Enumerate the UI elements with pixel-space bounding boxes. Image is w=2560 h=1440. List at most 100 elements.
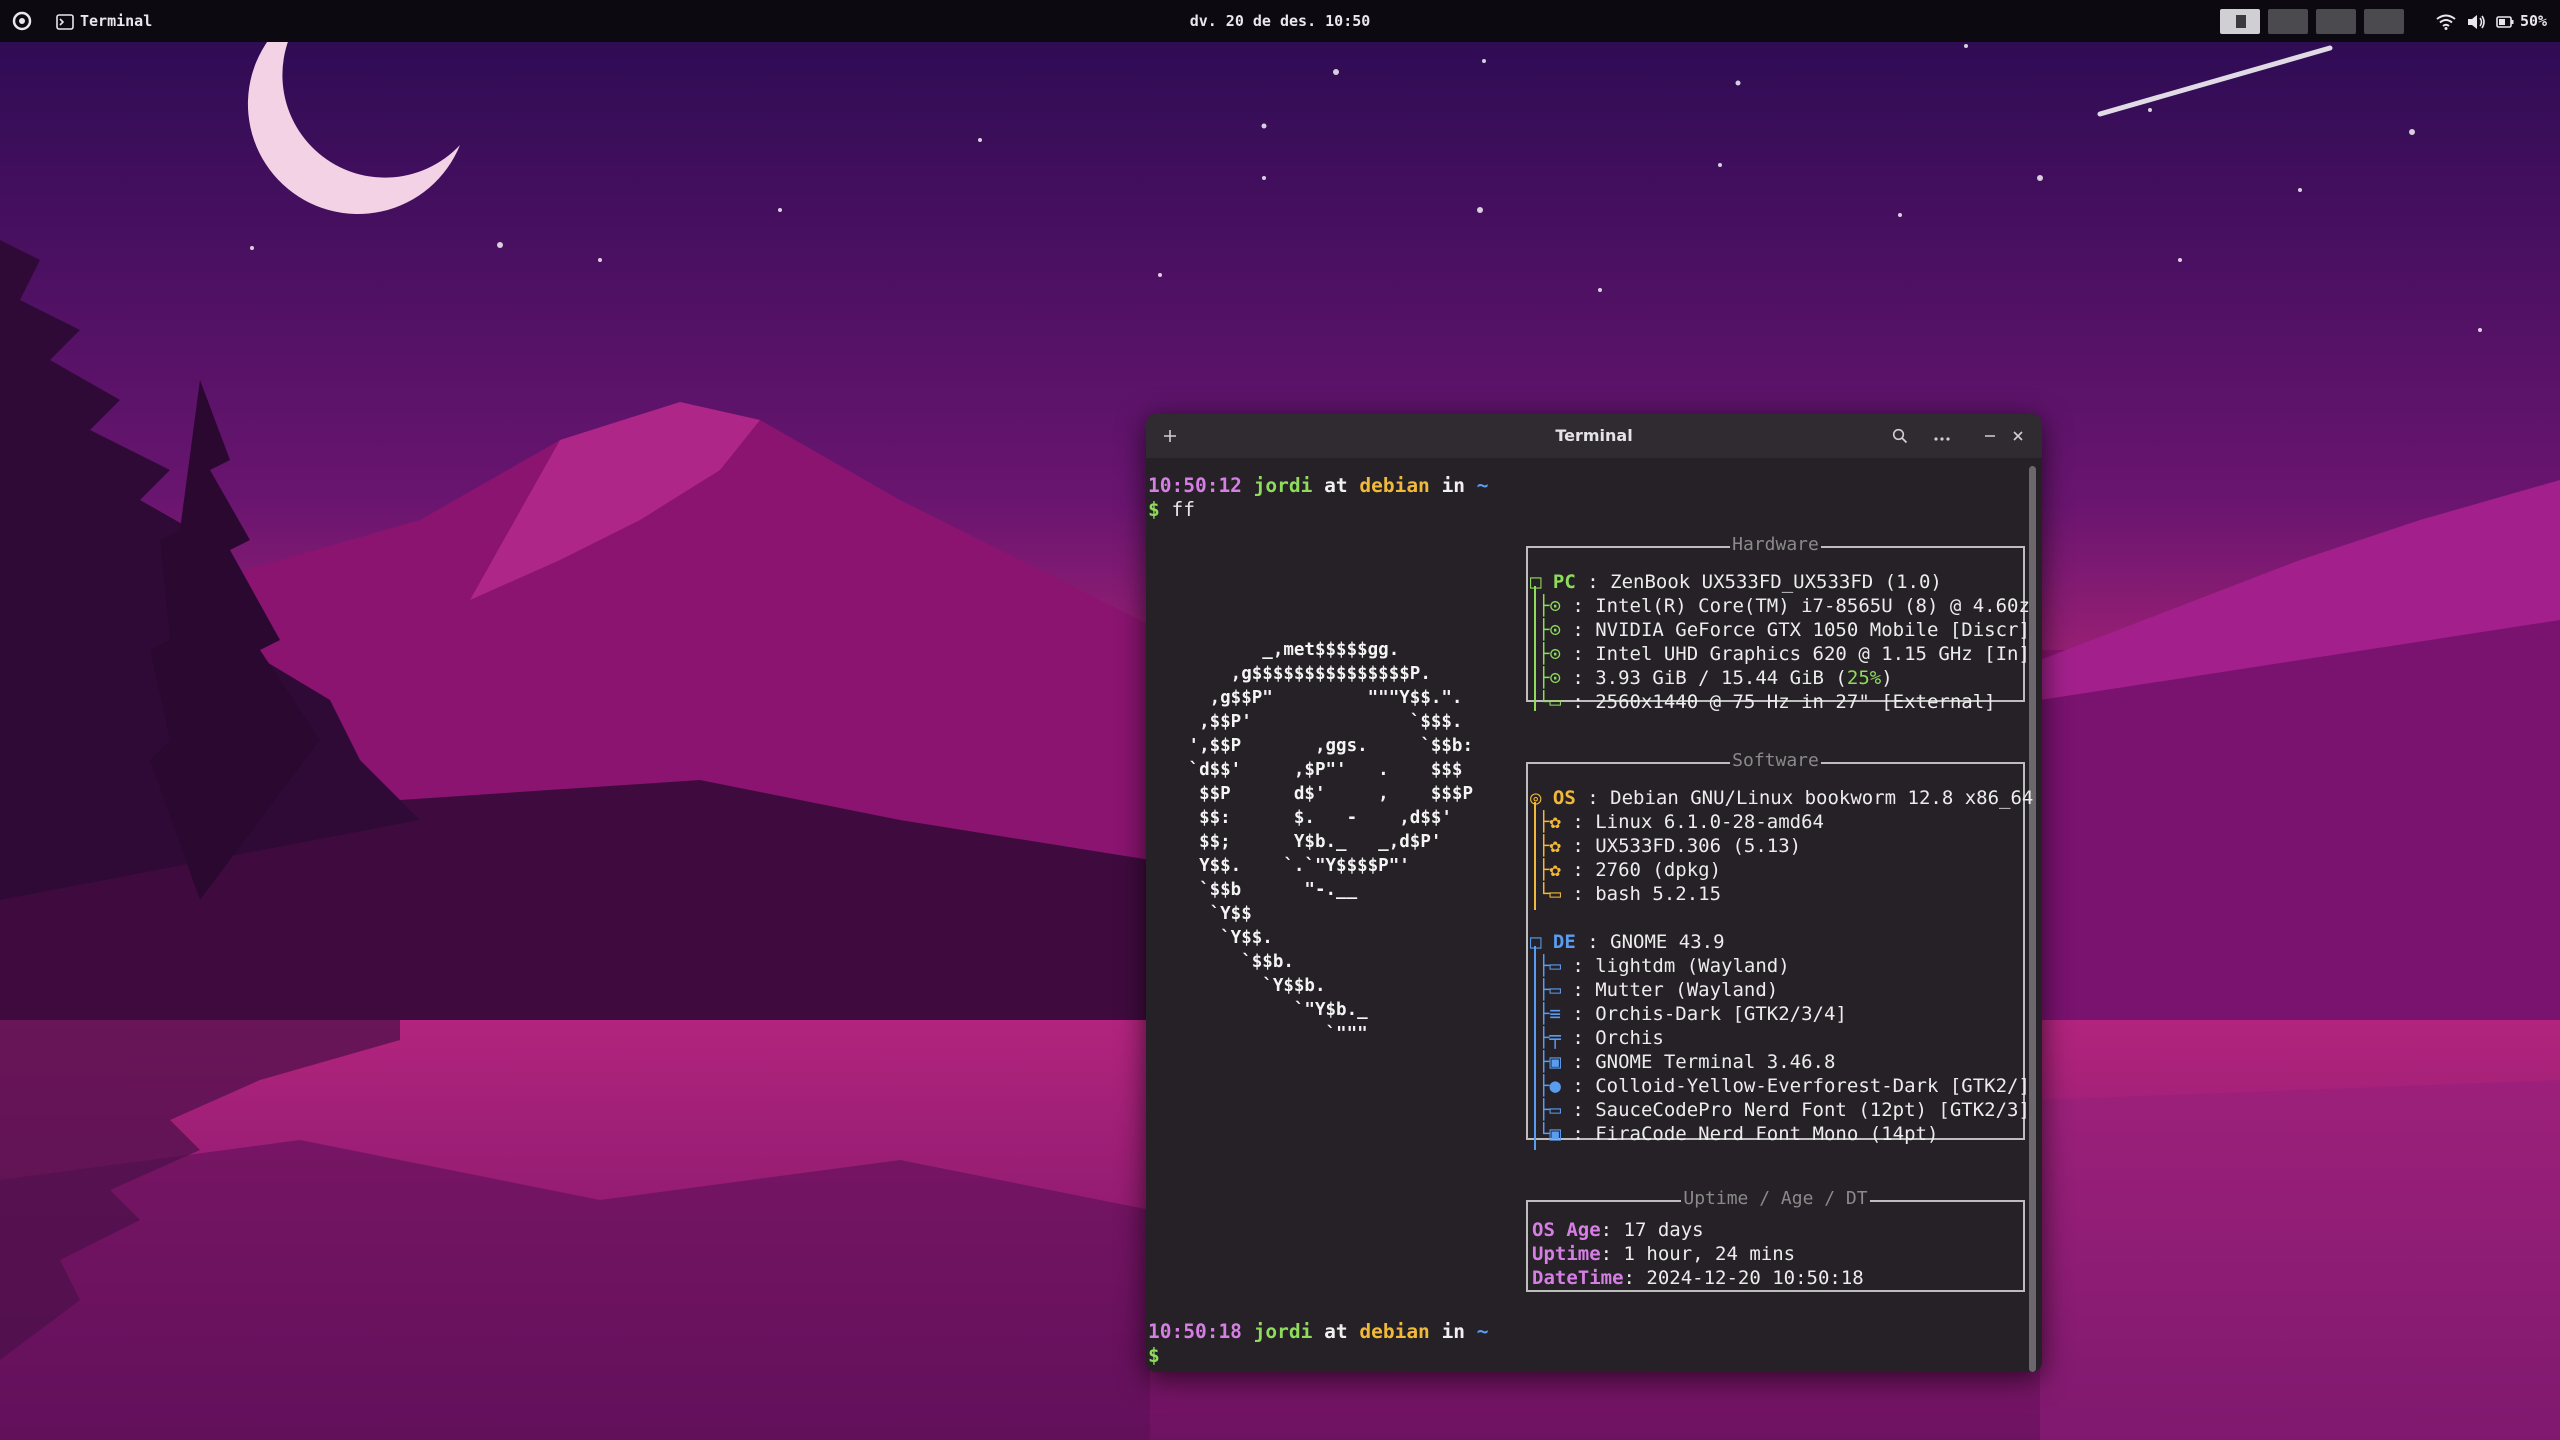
top-panel: Terminal dv. 20 de des. 10:50 50% [0, 0, 2560, 42]
command-text: ff [1171, 498, 1195, 521]
sw-row-os: ◎ OS : Debian GNU/Linux bookworm 12.8 x8… [1530, 787, 2034, 809]
workspace-2[interactable] [2268, 9, 2308, 34]
close-button[interactable] [2004, 422, 2032, 450]
sw-value-bios: UX533FD.306 (5.13) [1595, 835, 1802, 857]
prompt-host: debian [1359, 474, 1430, 497]
datetime-label: DateTime [1532, 1267, 1624, 1289]
os-age-row: OS Age: 17 days [1532, 1219, 1704, 1241]
logo-line: `"Y$b._ [1178, 1000, 1368, 1020]
workspace-4[interactable] [2364, 9, 2404, 34]
workspace-1[interactable] [2220, 9, 2260, 34]
prompt-time: 10:50:12 [1148, 474, 1242, 497]
logo-line: Y$$. `.`"Y$$$$P"' [1178, 856, 1410, 876]
terminal-headerbar[interactable]: Terminal [1146, 414, 2042, 458]
prompt2-dir: ~ [1476, 1320, 1489, 1343]
sw-value-wm: Mutter (Wayland) [1595, 979, 1779, 1001]
uptime-row: Uptime: 1 hour, 24 mins [1532, 1243, 1796, 1265]
hw-value-host: ZenBook UX533FD_UX533FD (1.0) [1610, 571, 1942, 593]
close-icon [2013, 431, 2023, 441]
sw-row-terminal: ├▣ : GNOME Terminal 3.46.8 [1538, 1051, 1836, 1073]
prompt-line-2: 10:50:18 jordi at debian in ~ [1148, 1320, 1489, 1344]
logo-line: `Y$$b. [1178, 976, 1326, 996]
sw-row-bios: ├✿ : UX533FD.306 (5.13) [1538, 835, 1802, 857]
system-tray[interactable]: 50% [2436, 0, 2547, 42]
sw-row-icons: ├╤ : Orchis [1538, 1027, 1664, 1049]
sw-value-shell: bash 5.2.15 [1595, 883, 1722, 905]
activities-button[interactable] [12, 0, 34, 42]
hw-row-cpu: ├⊙ : Intel(R) Core(TM) i7-8565U (8) @ 4.… [1538, 595, 2030, 617]
logo-line: `Y$$ [1178, 904, 1252, 924]
clock[interactable]: dv. 20 de des. 10:50 [1180, 0, 1380, 42]
hw-row-memory: ├⊙ : 3.93 GiB / 15.44 GiB (25%) [1538, 667, 1893, 689]
more-icon [1934, 437, 1950, 441]
sw-row-theme: ├≡ : Orchis-Dark [GTK2/3/4] [1538, 1003, 1847, 1025]
logo-line: ,g$$$$$$$$$$$$$$$P. [1178, 664, 1431, 684]
sw-row-de: □ DE : GNOME 43.9 [1530, 931, 1725, 953]
logo-line: `$$b. [1178, 952, 1294, 972]
logo-line: `Y$$. [1178, 928, 1273, 948]
sw-label-os: OS [1552, 787, 1576, 809]
logo-line: ,g$$P" """Y$$.". [1178, 688, 1463, 708]
terminal-content[interactable]: 10:50:12 jordi at debian in ~ $ ff _,met… [1146, 458, 2042, 1372]
datetime-value: 2024-12-20 10:50:18 [1646, 1267, 1864, 1289]
sw-label-de: DE [1552, 931, 1576, 953]
datetime-row: DateTime: 2024-12-20 10:50:18 [1532, 1267, 1864, 1289]
prompt2-host: debian [1359, 1320, 1430, 1343]
hw-row-display: └▭ : 2560x1440 @ 75 Hz in 27" [External] [1538, 691, 1996, 713]
input-line[interactable]: $ [1148, 1344, 1160, 1368]
sw-row-shell: └▭ : bash 5.2.15 [1538, 883, 1722, 905]
os-age-label: OS Age [1532, 1219, 1601, 1241]
prompt-dir: ~ [1476, 474, 1489, 497]
sw-value-de: GNOME 43.9 [1610, 931, 1725, 953]
hw-row-gpu1: ├⊙ : NVIDIA GeForce GTX 1050 Mobile [Dis… [1538, 619, 2030, 641]
prompt-at: at [1324, 474, 1348, 497]
terminal-window[interactable]: Terminal 10:50:12 jordi at debian in ~ $… [1146, 414, 2042, 1372]
sw-row-terminal-font: └▣ : FiraCode Nerd Font Mono (14pt) [1538, 1123, 1939, 1145]
sw-value-terminal: GNOME Terminal 3.46.8 [1595, 1051, 1836, 1073]
uptime-caption: Uptime / Age / DT [1681, 1188, 1870, 1209]
prompt-dollar: $ [1148, 498, 1160, 521]
workspace-3[interactable] [2316, 9, 2356, 34]
uptime-label: Uptime [1532, 1243, 1601, 1265]
search-icon [1892, 428, 1908, 444]
logo-line: ',$$P ,ggs. `$$b: [1178, 736, 1474, 756]
hw-row-gpu2: ├⊙ : Intel UHD Graphics 620 @ 1.15 GHz [… [1538, 643, 2030, 665]
prompt2-time: 10:50:18 [1148, 1320, 1242, 1343]
battery-icon [2496, 15, 2514, 28]
menu-button[interactable] [1928, 422, 1956, 450]
battery-percentage: 50% [2520, 12, 2548, 30]
prompt-line: 10:50:12 jordi at debian in ~ [1148, 474, 1489, 498]
uptime-value: 1 hour, 24 mins [1623, 1243, 1796, 1265]
software-caption: Software [1730, 750, 1821, 771]
sw-row-cursor: ├● : Colloid-Yellow-Everforest-Dark [GTK… [1538, 1075, 2030, 1097]
logo-line: $$: $. - ,d$$' [1178, 808, 1452, 828]
sw-value-dm: lightdm (Wayland) [1595, 955, 1790, 977]
hw-label-pc: PC [1552, 571, 1576, 593]
hw-value-cpu: Intel(R) Core(TM) i7-8565U (8) @ 4.60z [1595, 595, 2030, 617]
minimize-button[interactable] [1976, 422, 2004, 450]
logo-line: $$; Y$b._ _,d$P' [1178, 832, 1442, 852]
logo-line: `d$$' ,$P"' . $$$ [1178, 760, 1463, 780]
app-menu-label: Terminal [80, 12, 153, 30]
sw-value-icons: Orchis [1595, 1027, 1664, 1049]
search-button[interactable] [1886, 422, 1914, 450]
prompt2-in: in [1441, 1320, 1466, 1343]
prompt2-at: at [1324, 1320, 1348, 1343]
prompt-in: in [1441, 474, 1466, 497]
command-line: $ ff [1148, 498, 1195, 522]
hardware-caption: Hardware [1730, 534, 1821, 555]
sw-value-kernel: Linux 6.1.0-28-amd64 [1595, 811, 1824, 833]
activities-icon [12, 11, 32, 31]
app-menu[interactable]: Terminal [56, 0, 152, 42]
wifi-icon [2436, 14, 2456, 30]
logo-line: _,met$$$$$gg. [1178, 640, 1400, 660]
scrollbar[interactable] [2029, 466, 2036, 1372]
hw-value-display: 2560x1440 @ 75 Hz in 27" [External] [1595, 691, 1996, 713]
sw-value-os: Debian GNU/Linux bookworm 12.8 x86_64 [1610, 787, 2034, 809]
hw-row-pc: □ PC : ZenBook UX533FD_UX533FD (1.0) [1530, 571, 1942, 593]
sw-value-cursor: Colloid-Yellow-Everforest-Dark [GTK2/] [1595, 1075, 2030, 1097]
prompt2-dollar: $ [1148, 1344, 1160, 1367]
sw-row-wm: ├▭ : Mutter (Wayland) [1538, 979, 1779, 1001]
sw-value-font: SauceCodePro Nerd Font (12pt) [GTK2/3] [1595, 1099, 2030, 1121]
logo-line: ,$$P' `$$$. [1178, 712, 1463, 732]
